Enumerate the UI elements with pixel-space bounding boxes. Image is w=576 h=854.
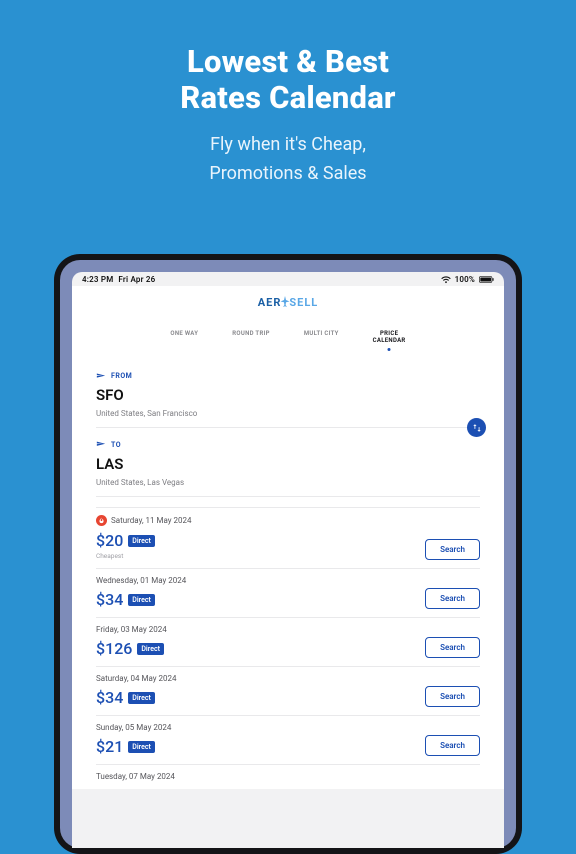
app-logo-bar: AER SELL [72,286,504,317]
result-price-line: $34 Direct [96,688,177,707]
result-row: Sunday, 05 May 2024 $21 Direct Search [96,715,480,764]
status-bar: 4:23 PM Fri Apr 26 100% [72,272,504,286]
result-left: Saturday, 11 May 2024 $20 Direct Cheapest [96,515,192,560]
headline-line2: Rates Calendar [180,79,395,116]
search-button[interactable]: Search [425,539,480,560]
app-body: FROM SFO United States, San Francisco [72,353,504,789]
to-location: United States, Las Vegas [96,478,480,497]
headline-line1: Lowest & Best [187,43,389,80]
result-price: $21 [96,737,123,756]
tab-price-calendar-label2: CALENDAR [373,337,406,344]
result-row: Saturday, 04 May 2024 $34 Direct Search [96,666,480,715]
result-price-line: $21 Direct [96,737,171,756]
tab-price-calendar[interactable]: PRICE CALENDAR [373,330,406,344]
result-date-line: Saturday, 04 May 2024 [96,674,177,683]
tab-multi-city[interactable]: MULTI CITY [304,330,339,344]
result-row: Friday, 03 May 2024 $126 Direct Search [96,617,480,666]
status-date: Fri Apr 26 [118,275,155,284]
results-list: Saturday, 11 May 2024 $20 Direct Cheapest Se… [96,507,480,789]
result-price-line: $20 Direct [96,531,192,550]
status-time: 4:23 PM [82,275,113,284]
result-left: Friday, 03 May 2024 $126 Direct [96,625,167,658]
tablet-bezel: 4:23 PM Fri Apr 26 100% AER SELL [60,260,516,848]
result-date-line: Tuesday, 07 May 2024 [96,772,175,781]
to-label-row: TO [96,440,480,449]
tablet-screen: 4:23 PM Fri Apr 26 100% AER SELL [72,272,504,848]
from-label: FROM [111,372,132,380]
direct-badge: Direct [128,741,155,753]
search-button[interactable]: Search [425,735,480,756]
plane-depart-icon [96,371,105,380]
result-row: Wednesday, 01 May 2024 $34 Direct Search [96,568,480,617]
swap-icon [472,418,482,437]
battery-icon [479,276,494,283]
tab-round-trip-label: ROUND TRIP [232,330,270,337]
promo-headline: Lowest & Best Rates Calendar [0,0,576,115]
result-price-line: $34 Direct [96,590,186,609]
result-date-line: Wednesday, 01 May 2024 [96,576,186,585]
result-price-line: $126 Direct [96,639,167,658]
direct-badge: Direct [137,643,164,655]
result-row: Saturday, 11 May 2024 $20 Direct Cheapest Se… [96,507,480,568]
search-button[interactable]: Search [425,637,480,658]
result-left: Wednesday, 01 May 2024 $34 Direct [96,576,186,609]
from-location: United States, San Francisco [96,409,480,428]
wifi-icon [441,276,451,284]
result-left: Sunday, 05 May 2024 $21 Direct [96,723,171,756]
to-label: TO [111,441,121,449]
result-date-line: Friday, 03 May 2024 [96,625,167,634]
tablet-frame: 4:23 PM Fri Apr 26 100% AER SELL [54,254,522,854]
plane-arrive-icon [96,440,105,449]
result-price: $34 [96,590,123,609]
tab-price-calendar-label1: PRICE [380,330,398,337]
status-battery: 100% [455,275,475,284]
result-left: Saturday, 04 May 2024 $34 Direct [96,674,177,707]
search-button[interactable]: Search [425,588,480,609]
direct-badge: Direct [128,594,155,606]
logo-part2: SELL [289,296,318,309]
result-date-line: Saturday, 11 May 2024 [96,515,192,526]
from-code[interactable]: SFO [96,386,480,404]
result-date: Saturday, 11 May 2024 [111,516,192,525]
subhead-line1: Fly when it's Cheap, [210,134,366,155]
tab-one-way-label: ONE WAY [170,330,198,337]
swap-button[interactable] [467,418,486,437]
search-button[interactable]: Search [425,686,480,707]
cheapest-label: Cheapest [96,552,192,560]
result-date: Sunday, 05 May 2024 [96,723,171,732]
promo-subhead: Fly when it's Cheap, Promotions & Sales [0,131,576,189]
direct-badge: Direct [128,535,155,547]
result-date: Saturday, 04 May 2024 [96,674,177,683]
result-date: Friday, 03 May 2024 [96,625,167,634]
tab-round-trip[interactable]: ROUND TRIP [232,330,270,344]
result-date: Tuesday, 07 May 2024 [96,772,175,781]
tab-multi-city-label: MULTI CITY [304,330,339,337]
result-price: $20 [96,531,123,550]
logo-part1: AER [258,296,282,309]
app-logo: AER SELL [258,296,319,309]
to-code[interactable]: LAS [96,455,480,473]
tab-one-way[interactable]: ONE WAY [170,330,198,344]
result-left: Tuesday, 07 May 2024 [96,772,175,781]
subhead-line2: Promotions & Sales [209,163,366,184]
result-date-line: Sunday, 05 May 2024 [96,723,171,732]
from-label-row: FROM [96,371,480,380]
hot-deal-icon [96,515,107,526]
result-date: Wednesday, 01 May 2024 [96,576,186,585]
trip-tabs: ONE WAY ROUND TRIP MULTI CITY PRICE CALE… [72,317,504,353]
result-price: $126 [96,639,132,658]
result-price: $34 [96,688,123,707]
direct-badge: Direct [128,692,155,704]
